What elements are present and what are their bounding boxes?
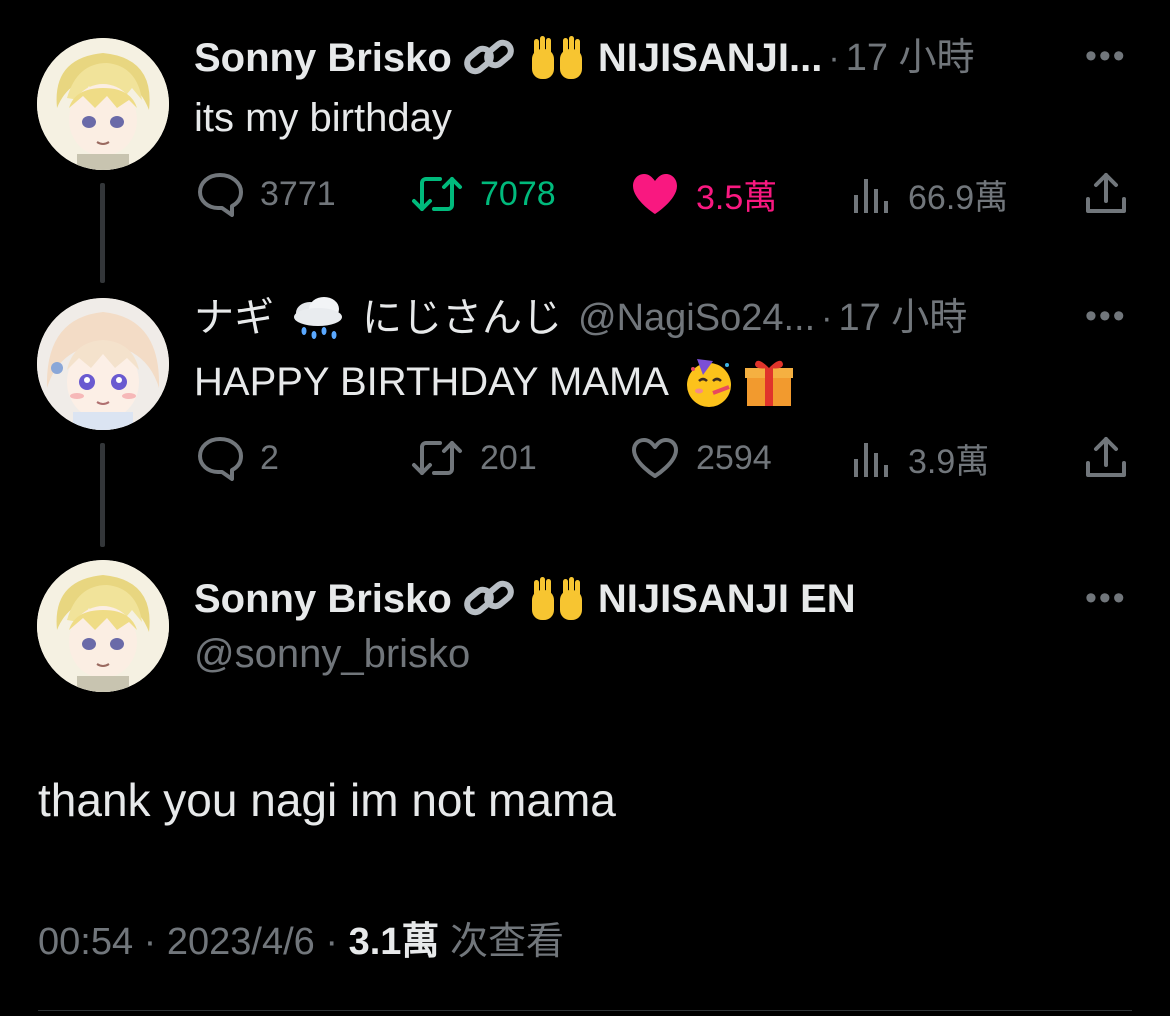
views-button[interactable]: 66.9萬: [852, 170, 1008, 218]
tweet-1-affiliation: NIJISANJI...: [597, 36, 823, 80]
thread-line: [100, 443, 105, 547]
reply-icon: [198, 437, 243, 481]
tweet-2-author-name[interactable]: ナギ: [194, 294, 274, 342]
retweet-button[interactable]: 7078: [410, 170, 556, 218]
avatar-sonny[interactable]: [37, 38, 169, 170]
views-count: 3.9萬: [908, 442, 990, 481]
main-tweet-author-name[interactable]: Sonny Brisko: [194, 575, 452, 623]
views-icon: [854, 179, 888, 213]
reply-button[interactable]: 2: [196, 434, 279, 482]
reply-icon: [198, 173, 243, 217]
main-tweet-views-label: 次查看: [449, 921, 564, 963]
retweet-icon: [412, 177, 462, 211]
gift-icon: [741, 354, 797, 410]
reply-button[interactable]: 3771: [196, 170, 336, 218]
main-tweet-date[interactable]: 2023/4/6: [167, 921, 315, 963]
views-icon: [854, 443, 888, 477]
link-icon: [462, 577, 518, 621]
separator-dot: ·: [143, 921, 167, 963]
share-icon: [1086, 173, 1126, 213]
reply-count: 2: [260, 438, 279, 477]
thread-line: [100, 183, 105, 283]
more-icon[interactable]: •••: [1085, 299, 1127, 333]
raising-hands-icon: [528, 35, 586, 81]
like-icon: [632, 438, 678, 478]
avatar-nagi[interactable]: [37, 298, 169, 430]
avatar-nagi-image: [37, 298, 169, 430]
views-count: 66.9萬: [908, 178, 1009, 217]
raising-hands-icon: [528, 576, 586, 622]
separator-dot: ·: [828, 39, 840, 77]
tweet-2-header: ナギ にじさんじ @NagiSo24... · 17 小時: [194, 294, 967, 342]
tweet-1-text: its my birthday: [194, 96, 452, 140]
tweet-2-affiliation: にじさんじ: [362, 296, 562, 340]
avatar-sonny-image: [37, 38, 169, 170]
retweet-count: 201: [480, 438, 537, 477]
main-tweet-header: Sonny Brisko NIJISANJI EN: [194, 575, 856, 623]
retweet-count: 7078: [480, 174, 556, 213]
share-button[interactable]: [1084, 434, 1144, 482]
share-icon: [1086, 437, 1126, 477]
tweet-2-text-row: HAPPY BIRTHDAY MAMA: [194, 354, 797, 410]
main-tweet-affiliation: NIJISANJI EN: [597, 577, 856, 621]
more-icon[interactable]: •••: [1085, 581, 1127, 615]
separator-dot: ·: [821, 299, 833, 337]
cloud-rain-icon: [290, 295, 346, 341]
avatar-sonny-main-image: [37, 560, 169, 692]
tweet-2-handle[interactable]: @NagiSo24...: [578, 294, 815, 342]
main-tweet-views-count: 3.1萬: [348, 921, 440, 963]
separator-dot: ·: [325, 921, 349, 963]
link-icon: [462, 36, 518, 80]
like-button[interactable]: 2594: [630, 434, 772, 482]
tweet-2-time[interactable]: 17 小時: [838, 294, 967, 342]
tweet-1-header: Sonny Brisko NIJISANJI... · 17 小時: [194, 34, 975, 82]
tweet-1-time[interactable]: 17 小時: [846, 34, 975, 82]
main-tweet-handle[interactable]: @sonny_brisko: [194, 630, 470, 678]
main-tweet-time[interactable]: 00:54: [38, 921, 133, 963]
divider: [38, 1010, 1132, 1011]
tweet-2-text: HAPPY BIRTHDAY MAMA: [194, 360, 669, 404]
main-tweet-meta: 00:54 · 2023/4/6 · 3.1萬 次查看: [38, 914, 564, 970]
views-button[interactable]: 3.9萬: [852, 434, 989, 482]
tweet-1-author-name[interactable]: Sonny Brisko: [194, 34, 452, 82]
like-count: 3.5萬: [696, 178, 778, 217]
more-icon[interactable]: •••: [1085, 39, 1127, 73]
share-button[interactable]: [1084, 170, 1144, 218]
like-button[interactable]: 3.5萬: [630, 170, 777, 218]
partying-face-icon: [683, 355, 737, 409]
like-count: 2594: [696, 438, 772, 477]
main-tweet-text: thank you nagi im not mama: [38, 774, 616, 826]
avatar-sonny-main[interactable]: [37, 560, 169, 692]
reply-count: 3771: [260, 174, 336, 213]
retweet-button[interactable]: 201: [410, 434, 537, 482]
retweet-icon: [412, 441, 462, 475]
like-icon: [633, 174, 677, 214]
